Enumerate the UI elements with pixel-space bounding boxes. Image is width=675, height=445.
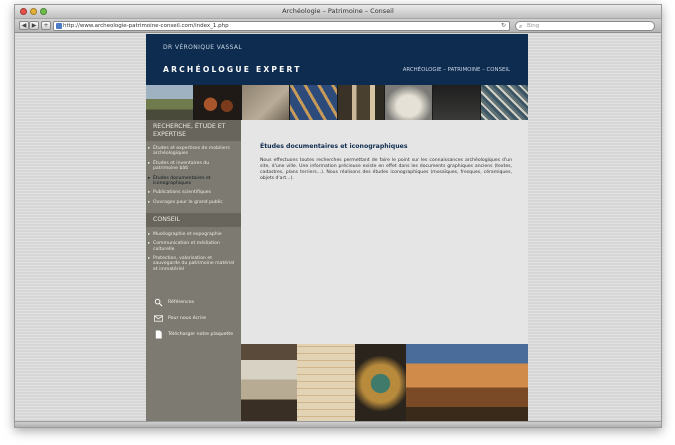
sidebar: RECHERCHE, ÉTUDE ET EXPERTISE Études et … <box>146 120 241 423</box>
menu-item-patrimoine-bati[interactable]: Études et inventaires du patrimoine bâti <box>146 159 241 174</box>
site-tagline: ARCHÉOLOGIE – PATRIMOINE – CONSEIL <box>402 67 510 73</box>
photo-dark <box>433 85 482 120</box>
download-brochure-link[interactable]: Télécharger notre plaquette <box>154 327 241 342</box>
photo-ruins <box>337 85 386 120</box>
main-content: Études documentaires et iconographiques … <box>241 120 528 344</box>
photo-landscape <box>146 85 194 120</box>
search-field[interactable]: ⌕ Bing <box>515 21 655 31</box>
photo-artifacts <box>289 85 338 120</box>
menu-item-communication[interactable]: Communication et médiation culturelle <box>146 239 241 254</box>
contact-label: Pour nous écrire <box>168 316 207 322</box>
menu-item-protection[interactable]: Protection, valorisation et sauvegarde d… <box>146 254 241 274</box>
photo-statue <box>385 85 434 120</box>
browser-window: Archéologie – Patrimoine – Conseil ◀ ▶ +… <box>14 4 662 428</box>
url-text: http://www.archeologie-patrimoine-consei… <box>63 23 229 29</box>
photo-mosaic <box>481 85 528 120</box>
envelope-icon <box>154 315 163 322</box>
content-text: Nous effectuons toutes recherches permet… <box>260 158 512 181</box>
doctor-name: DR VÉRONIQUE VASSAL <box>163 44 243 51</box>
address-bar[interactable]: http://www.archeologie-patrimoine-consei… <box>53 21 510 31</box>
sidebar-links: Références Pour nous écrire Télécharger … <box>146 280 241 342</box>
site-brand[interactable]: ARCHÉOLOGUE EXPERT <box>163 65 302 74</box>
contact-link[interactable]: Pour nous écrire <box>154 311 241 326</box>
menu-item-mobiliers[interactable]: Études et expertises de mobiliers archéo… <box>146 144 241 159</box>
sidebar-section-research-title: RECHERCHE, ÉTUDE ET EXPERTISE <box>146 120 241 141</box>
photo-vases <box>193 85 242 120</box>
search-placeholder: Bing <box>527 23 540 29</box>
browser-toolbar: ◀ ▶ + http://www.archeologie-patrimoine-… <box>15 19 661 33</box>
menu-item-museographie[interactable]: Muséographie et expographie <box>146 230 241 239</box>
search-icon: ⌕ <box>519 23 523 30</box>
magnifier-icon <box>154 298 163 307</box>
reload-icon[interactable]: ↻ <box>501 22 506 30</box>
add-bookmark-button[interactable]: + <box>41 21 51 30</box>
research-menu: Études et expertises de mobiliers archéo… <box>146 141 241 213</box>
photo-old-plan <box>297 344 355 423</box>
header-photo-strip <box>146 85 528 120</box>
references-label: Références <box>168 300 195 306</box>
page-viewport: DR VÉRONIQUE VASSAL ARCHÉOLOGUE EXPERT A… <box>15 34 661 423</box>
references-link[interactable]: Références <box>154 295 241 310</box>
bottom-photo-gallery <box>241 344 528 423</box>
sidebar-section-conseil-title: CONSEIL <box>146 213 241 227</box>
browser-status-bar <box>15 421 661 427</box>
conseil-menu: Muséographie et expographie Communicatio… <box>146 227 241 280</box>
menu-item-grand-public[interactable]: Ouvrages pour le grand public <box>146 198 241 207</box>
forward-arrow-icon[interactable]: ▶ <box>29 21 39 30</box>
window-title: Archéologie – Patrimoine – Conseil <box>282 7 394 15</box>
photo-painted-ruins <box>406 344 528 423</box>
photo-mosaic-bird <box>355 344 406 423</box>
website: DR VÉRONIQUE VASSAL ARCHÉOLOGUE EXPERT A… <box>146 34 528 423</box>
title-bar: Archéologie – Patrimoine – Conseil <box>15 5 661 19</box>
menu-item-publications[interactable]: Publications scientifiques <box>146 188 241 197</box>
photo-facade <box>241 344 297 423</box>
document-icon <box>155 330 162 339</box>
content-title: Études documentaires et iconographiques <box>260 143 408 150</box>
site-header: DR VÉRONIQUE VASSAL ARCHÉOLOGUE EXPERT A… <box>146 34 528 85</box>
download-brochure-label: Télécharger notre plaquette <box>168 332 234 338</box>
back-arrow-icon[interactable]: ◀ <box>19 21 29 30</box>
menu-item-documentaires[interactable]: Études documentaires et iconographiques <box>146 174 241 189</box>
photo-relief <box>241 85 290 120</box>
site-favicon-icon <box>56 23 62 29</box>
